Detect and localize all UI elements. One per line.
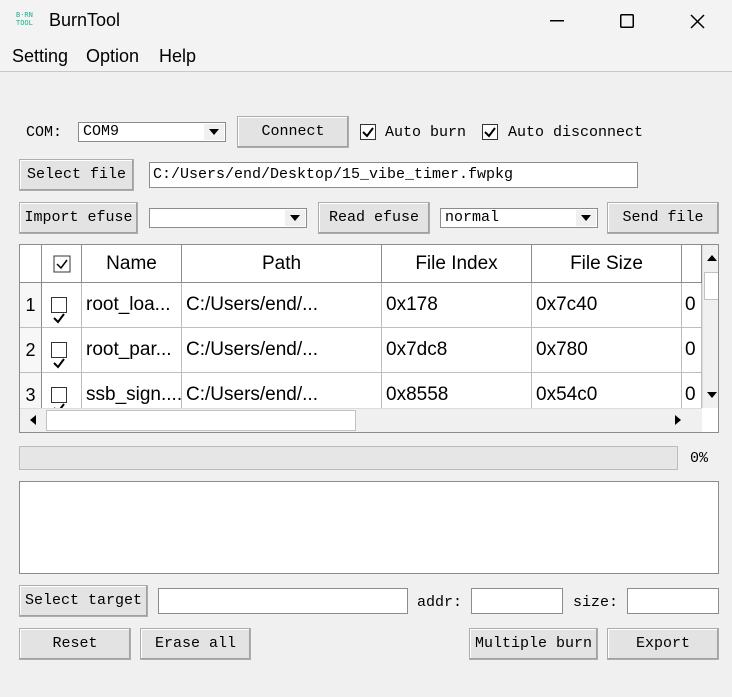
mode-select-value: normal bbox=[445, 209, 500, 226]
auto-disconnect-label: Auto disconnect bbox=[508, 124, 644, 141]
table-body: 1 root_loa... C:/Users/end/... 0x178 0x7… bbox=[20, 283, 702, 418]
checkmark-icon bbox=[484, 127, 496, 138]
row-checkbox-cell[interactable] bbox=[42, 328, 82, 373]
maximize-button[interactable] bbox=[592, 0, 662, 42]
cell-extra: 0 bbox=[682, 328, 702, 373]
column-header-file-size[interactable]: File Size bbox=[532, 245, 682, 283]
cell-path: C:/Users/end/... bbox=[182, 328, 382, 373]
cell-extra: 0 bbox=[682, 283, 702, 328]
export-button[interactable]: Export bbox=[607, 628, 719, 660]
cell-file-size: 0x780 bbox=[532, 328, 682, 373]
horizontal-scrollbar[interactable] bbox=[20, 408, 702, 432]
arrow-up-icon bbox=[706, 255, 717, 261]
column-header-path[interactable]: Path bbox=[182, 245, 382, 283]
row-checkbox[interactable] bbox=[51, 297, 67, 324]
cell-name: root_par... bbox=[82, 328, 182, 373]
row-checkbox[interactable] bbox=[51, 342, 67, 369]
cell-file-index: 0x7dc8 bbox=[382, 328, 532, 373]
scroll-left-button[interactable] bbox=[22, 411, 44, 429]
checkmark-icon bbox=[53, 358, 65, 369]
close-icon bbox=[689, 13, 705, 29]
row-header-corner bbox=[20, 245, 42, 283]
progress-bar bbox=[19, 446, 678, 470]
column-header-name[interactable]: Name bbox=[82, 245, 182, 283]
menu-option[interactable]: Option bbox=[86, 46, 139, 67]
connect-button[interactable]: Connect bbox=[237, 116, 349, 148]
chevron-down-icon bbox=[204, 124, 224, 140]
horizontal-scroll-thumb[interactable] bbox=[46, 410, 356, 431]
addr-field[interactable] bbox=[471, 588, 563, 614]
checkmark-icon bbox=[362, 127, 374, 138]
column-header-extra[interactable] bbox=[682, 245, 702, 283]
maximize-icon bbox=[620, 14, 634, 28]
vertical-scrollbar[interactable] bbox=[702, 245, 718, 408]
scroll-down-button[interactable] bbox=[703, 384, 718, 406]
size-field[interactable] bbox=[627, 588, 719, 614]
select-target-button[interactable]: Select target bbox=[19, 585, 148, 617]
arrow-right-icon bbox=[675, 415, 681, 425]
auto-disconnect-checkbox[interactable] bbox=[482, 124, 498, 140]
import-efuse-button[interactable]: Import efuse bbox=[19, 202, 138, 234]
file-table: Name Path File Index File Size 1 root_lo… bbox=[19, 244, 719, 433]
close-button[interactable] bbox=[662, 0, 732, 42]
auto-burn-checkbox[interactable] bbox=[360, 124, 376, 140]
scroll-right-button[interactable] bbox=[667, 411, 689, 429]
title-bar: B·RN TOOL BurnTool bbox=[0, 0, 732, 42]
select-all-header[interactable] bbox=[42, 245, 82, 283]
minimize-icon bbox=[550, 20, 564, 22]
row-checkbox-cell[interactable] bbox=[42, 283, 82, 328]
select-all-checkbox-icon bbox=[53, 255, 70, 273]
mode-select[interactable]: normal bbox=[440, 208, 598, 228]
com-label: COM: bbox=[26, 124, 63, 141]
arrow-down-icon bbox=[706, 392, 717, 398]
reset-button[interactable]: Reset bbox=[19, 628, 131, 660]
target-field[interactable] bbox=[158, 588, 408, 614]
file-path-field[interactable]: C:/Users/end/Desktop/15_vibe_timer.fwpkg bbox=[149, 162, 638, 188]
menu-setting[interactable]: Setting bbox=[12, 46, 68, 67]
scroll-up-button[interactable] bbox=[703, 247, 718, 269]
cell-path: C:/Users/end/... bbox=[182, 283, 382, 328]
log-output[interactable] bbox=[19, 481, 719, 574]
window-title: BurnTool bbox=[49, 10, 121, 30]
column-header-file-index[interactable]: File Index bbox=[382, 245, 532, 283]
size-label: size: bbox=[573, 594, 619, 611]
menu-help[interactable]: Help bbox=[159, 46, 196, 67]
multiple-burn-button[interactable]: Multiple burn bbox=[469, 628, 598, 660]
addr-label: addr: bbox=[417, 594, 463, 611]
select-file-button[interactable]: Select file bbox=[19, 159, 134, 191]
table-row[interactable]: 1 root_loa... C:/Users/end/... 0x178 0x7… bbox=[20, 283, 702, 328]
minimize-button[interactable] bbox=[522, 0, 592, 42]
com-select[interactable]: COM9 bbox=[78, 122, 226, 142]
auto-burn-label: Auto burn bbox=[385, 124, 467, 141]
row-number: 2 bbox=[20, 328, 42, 373]
com-select-value: COM9 bbox=[83, 123, 120, 140]
erase-all-button[interactable]: Erase all bbox=[140, 628, 251, 660]
vertical-scroll-thumb[interactable] bbox=[704, 272, 718, 300]
chevron-down-icon bbox=[285, 210, 305, 226]
table-row[interactable]: 2 root_par... C:/Users/end/... 0x7dc8 0x… bbox=[20, 328, 702, 373]
cell-file-index: 0x178 bbox=[382, 283, 532, 328]
cell-name: root_loa... bbox=[82, 283, 182, 328]
row-number: 1 bbox=[20, 283, 42, 328]
progress-label: 0% bbox=[690, 450, 709, 467]
row-checkbox[interactable] bbox=[51, 387, 67, 414]
cell-file-size: 0x7c40 bbox=[532, 283, 682, 328]
efuse-select[interactable] bbox=[149, 208, 307, 228]
checkmark-icon bbox=[53, 313, 65, 324]
chevron-down-icon bbox=[576, 210, 596, 226]
app-logo-icon: B·RN TOOL bbox=[16, 11, 33, 27]
menu-bar: Setting Option Help bbox=[0, 42, 732, 72]
read-efuse-button[interactable]: Read efuse bbox=[318, 202, 430, 234]
send-file-button[interactable]: Send file bbox=[607, 202, 719, 234]
arrow-left-icon bbox=[30, 415, 36, 425]
